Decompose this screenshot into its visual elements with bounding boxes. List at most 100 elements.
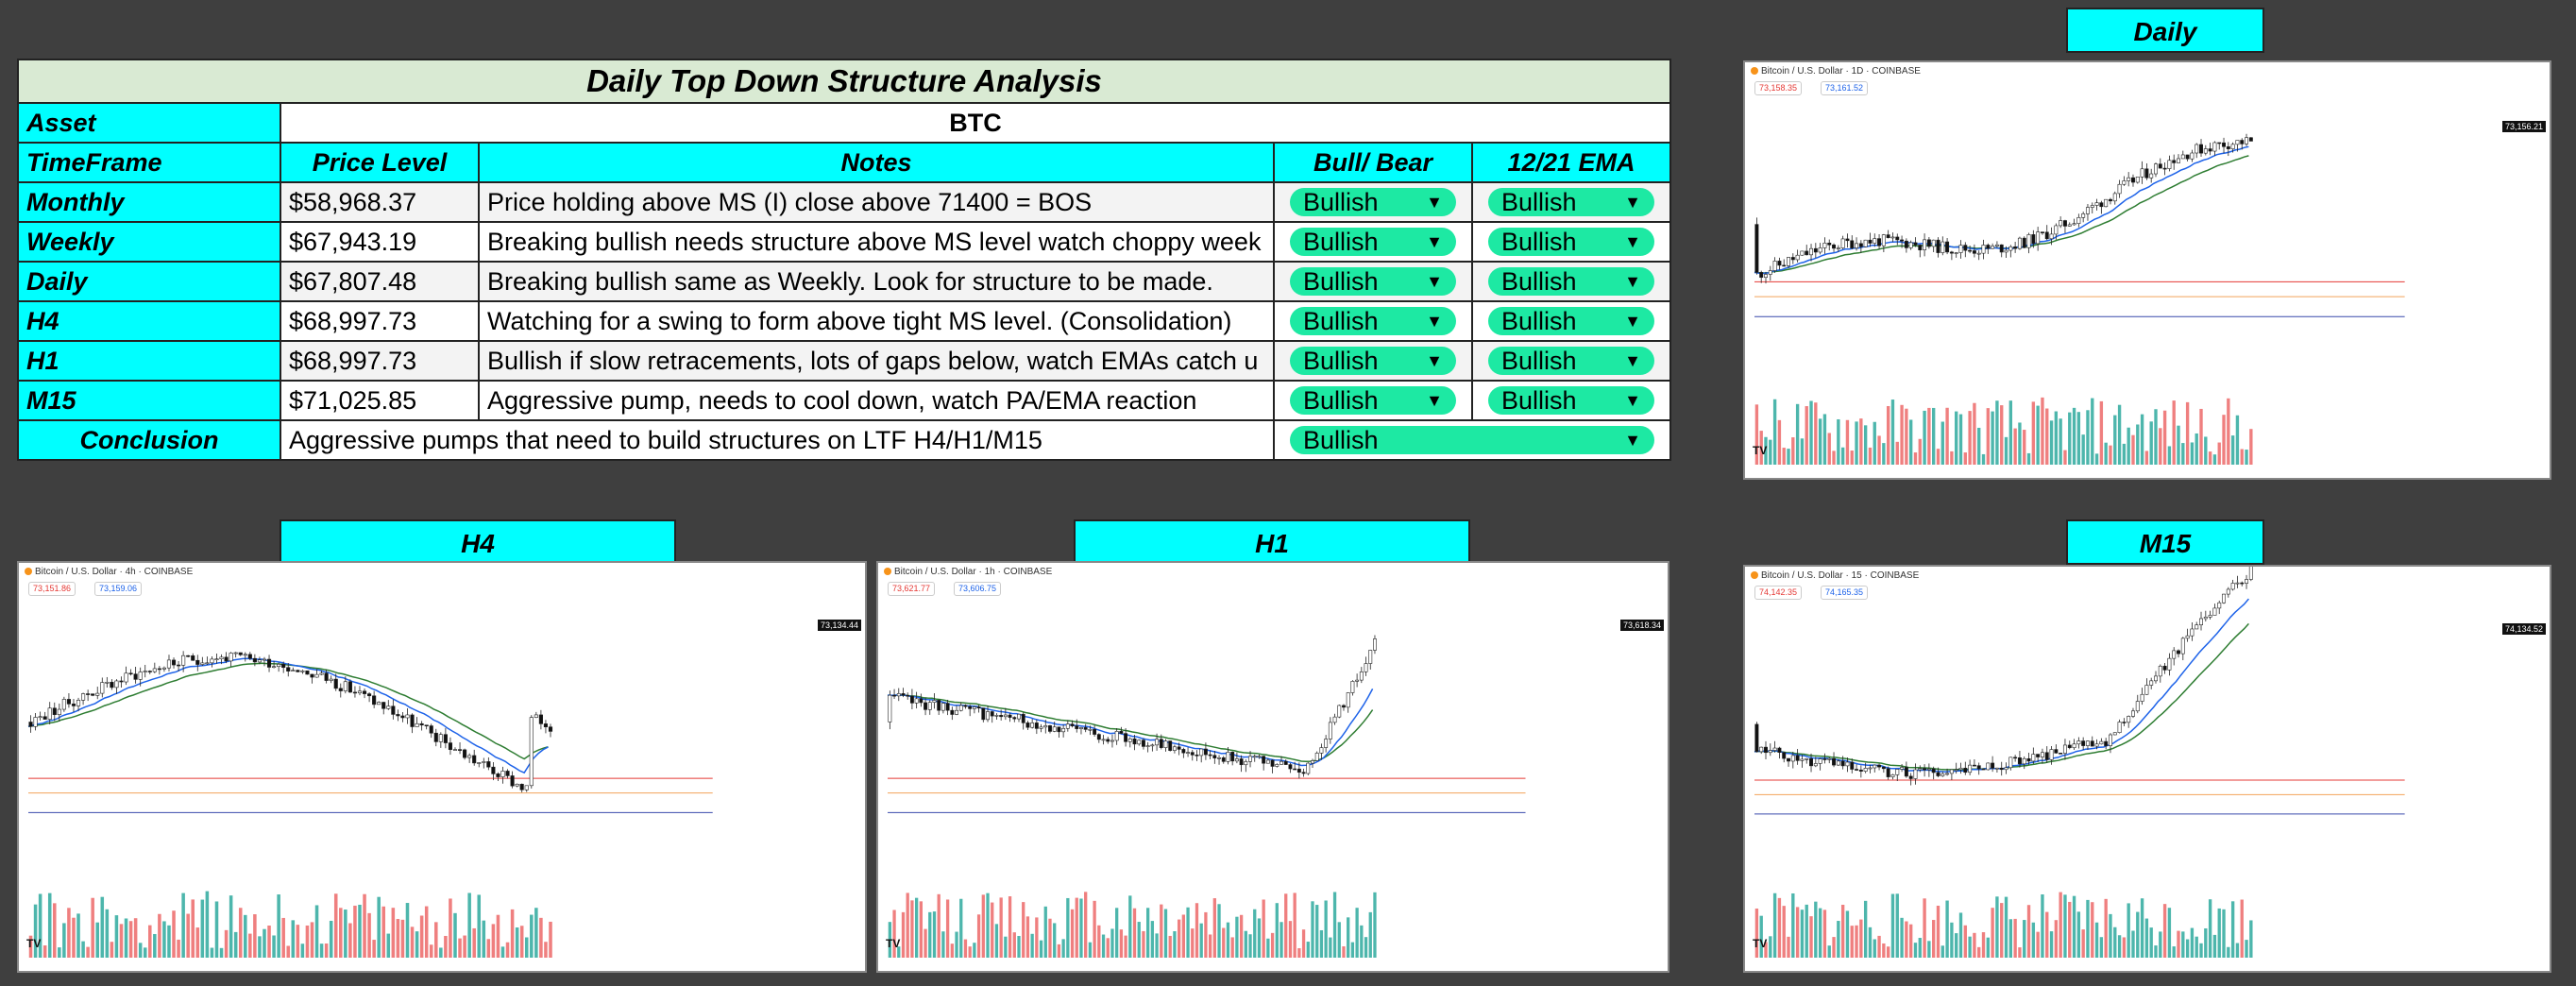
- notes-cell[interactable]: Price holding above MS (I) close above 7…: [478, 181, 1275, 223]
- notes-cell[interactable]: Aggressive pump, needs to cool down, wat…: [478, 380, 1275, 421]
- buy-button[interactable]: 74,165.35: [1821, 586, 1869, 600]
- candle-body: [2108, 734, 2112, 746]
- candle-body: [181, 654, 186, 666]
- candle-body: [1332, 716, 1337, 723]
- candle-body: [2022, 757, 2026, 765]
- volume-bar: [906, 892, 909, 958]
- volume-bar: [324, 944, 329, 958]
- candle-body: [524, 785, 529, 790]
- candle-body: [1239, 758, 1244, 766]
- notes-cell[interactable]: Breaking bullish same as Weekly. Look fo…: [478, 261, 1275, 302]
- ema-value: Bullish: [1501, 187, 1577, 216]
- candle-body: [2104, 198, 2109, 208]
- candle-body: [42, 716, 47, 720]
- volume-bar: [2036, 405, 2040, 465]
- candle-body: [1764, 746, 1768, 754]
- buy-button[interactable]: 73,161.52: [1821, 81, 1869, 95]
- candle-body: [2144, 168, 2149, 178]
- buy-button[interactable]: 73,159.06: [94, 582, 143, 596]
- volume-bar: [1787, 449, 1790, 465]
- ema-dropdown[interactable]: Bullish ▼: [1471, 340, 1671, 382]
- candle-body: [1145, 745, 1150, 747]
- notes-cell[interactable]: Breaking bullish needs structure above M…: [478, 221, 1275, 263]
- bull-bear-dropdown[interactable]: Bullish ▼: [1273, 181, 1473, 223]
- ema-dropdown[interactable]: Bullish ▼: [1471, 380, 1671, 421]
- volume-bar: [2000, 903, 2004, 958]
- bull-bear-dropdown[interactable]: Bullish ▼: [1273, 261, 1473, 302]
- candle-body: [1181, 749, 1186, 754]
- ema-dropdown[interactable]: Bullish ▼: [1471, 181, 1671, 223]
- volume-bar: [429, 944, 433, 958]
- notes-cell[interactable]: Bullish if slow retracements, lots of ga…: [478, 340, 1275, 382]
- price-level-cell[interactable]: $71,025.85: [280, 380, 480, 421]
- volume-bar: [1364, 937, 1368, 958]
- volume-bar: [2041, 397, 2044, 465]
- price-level-cell[interactable]: $67,807.48: [280, 261, 480, 302]
- ema-12-line: [1754, 145, 2249, 275]
- candle-body: [1805, 757, 1809, 760]
- volume-bar: [2104, 898, 2108, 958]
- daily-chart[interactable]: Bitcoin / U.S. Dollar · 1D · COINBASE 73,…: [1743, 60, 2551, 480]
- volume-bar: [1886, 946, 1890, 958]
- conclusion-dropdown[interactable]: Bullish ▼: [1273, 419, 1671, 461]
- volume-bar: [1787, 936, 1790, 958]
- volume-bar: [310, 922, 314, 958]
- m15-chart[interactable]: Bitcoin / U.S. Dollar · 15 · COINBASE 74,…: [1743, 565, 2551, 973]
- h1-chart[interactable]: Bitcoin / U.S. Dollar · 1h · COINBASE 73,…: [876, 561, 1669, 973]
- notes-cell[interactable]: Watching for a swing to form above tight…: [478, 300, 1275, 342]
- h4-chart[interactable]: Bitcoin / U.S. Dollar · 4h · COINBASE 73,…: [17, 561, 867, 973]
- asset-value[interactable]: BTC: [280, 102, 1671, 144]
- candle-body: [57, 708, 61, 715]
- ema-dropdown[interactable]: Bullish ▼: [1471, 300, 1671, 342]
- candle-body: [1262, 756, 1266, 764]
- ema-dropdown[interactable]: Bullish ▼: [1471, 221, 1671, 263]
- volume-bar: [1800, 910, 1805, 958]
- candle-body: [1787, 757, 1790, 762]
- volume-bar: [2136, 911, 2140, 958]
- candle-body: [291, 670, 296, 672]
- candle-body: [1986, 762, 1991, 771]
- volume-bar: [1882, 943, 1886, 958]
- sell-button[interactable]: 73,158.35: [1754, 81, 1803, 95]
- volume-bar: [1850, 450, 1854, 465]
- volume-bar: [1940, 945, 1944, 958]
- price-level-cell[interactable]: $68,997.73: [280, 300, 480, 342]
- bull-bear-dropdown[interactable]: Bullish ▼: [1273, 221, 1473, 263]
- bull-bear-dropdown[interactable]: Bullish ▼: [1273, 380, 1473, 421]
- volume-bar: [1008, 896, 1012, 958]
- volume-bar: [339, 908, 343, 958]
- candle-body: [2122, 180, 2127, 185]
- candle-body: [438, 734, 443, 742]
- candle-body: [1199, 748, 1204, 756]
- volume-bar: [53, 903, 57, 958]
- price-level-cell[interactable]: $67,943.19: [280, 221, 480, 263]
- sell-button[interactable]: 73,151.86: [28, 582, 76, 596]
- asset-label: Asset: [17, 102, 281, 144]
- volume-bar: [258, 936, 262, 958]
- candle-body: [2054, 225, 2059, 235]
- price-level-cell[interactable]: $58,968.37: [280, 181, 480, 223]
- candle-body: [381, 702, 386, 709]
- volume-bar: [1280, 922, 1283, 958]
- candle-body: [1800, 250, 1805, 256]
- ema-value: Bullish: [1501, 346, 1577, 375]
- volume-bar: [2222, 909, 2226, 958]
- volume-bar: [1791, 892, 1795, 958]
- bitcoin-icon: [1751, 67, 1758, 76]
- candle-body: [1790, 257, 1795, 261]
- candle-body: [1172, 746, 1177, 751]
- candle-body: [1293, 768, 1297, 771]
- sell-button[interactable]: 73,621.77: [888, 582, 936, 596]
- header-ema: 12/21 EMA: [1471, 142, 1671, 183]
- ema-dropdown[interactable]: Bullish ▼: [1471, 261, 1671, 302]
- candle-body: [2072, 743, 2076, 749]
- volume-bar: [500, 946, 505, 958]
- volume-bar: [2072, 407, 2076, 465]
- bull-bear-dropdown[interactable]: Bullish ▼: [1273, 340, 1473, 382]
- bull-bear-dropdown[interactable]: Bullish ▼: [1273, 300, 1473, 342]
- conclusion-text[interactable]: Aggressive pumps that need to build stru…: [280, 419, 1275, 461]
- sell-button[interactable]: 74,142.35: [1754, 586, 1803, 600]
- buy-button[interactable]: 73,606.75: [954, 582, 1002, 596]
- candle-body: [2085, 740, 2090, 746]
- price-level-cell[interactable]: $68,997.73: [280, 340, 480, 382]
